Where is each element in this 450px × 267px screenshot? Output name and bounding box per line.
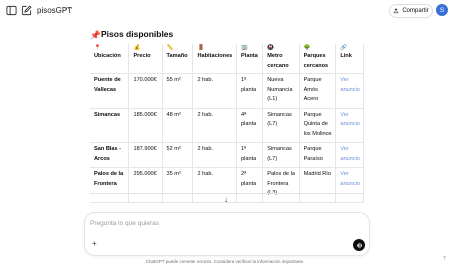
cell-precio: 187.900€ [128,142,163,168]
cell-ubicacion: Palos de la Frontera [90,167,130,203]
column-header: 📍 Ubicación [90,44,130,74]
column-header: 🚇 Metro cercano [262,44,300,74]
help-icon[interactable]: ? [443,256,446,262]
edit-icon[interactable] [21,5,32,16]
plus-icon[interactable]: + [92,240,97,248]
cell-planta: 1ª planta [236,73,264,109]
chat-composer: + [84,212,370,256]
table-row: Simancas 185.000€ 48 m² 2 hab. 4ª planta… [90,108,364,143]
cell-habitaciones: 2 hab. [192,108,238,143]
cell-parques: Parque Quinta de los Molinos [299,108,337,143]
table-header-row: 📍 Ubicación 💰 Precio 📏 Tamaño 🚪 Habitaciones… [90,44,364,74]
ellipsis-icon[interactable]: ··· [64,4,74,13]
cell-parques: Madrid Río [299,167,337,203]
cell-tamano: 48 m² [162,108,194,143]
column-header: 📏 Tamaño [162,44,194,74]
cell-precio: 170.000€ [128,73,163,109]
column-header: 🌳 Parques cercanos [299,44,337,74]
cell-planta: 4ª planta [236,108,264,143]
metro-icon: 🚇 [267,45,275,51]
cell-parques: Parque Paraíso [299,142,337,168]
cell-metro: Palos de la Frontera (L3) [262,167,300,203]
heading-text: Pisos disponibles [101,29,174,39]
share-label: Compartir [402,8,429,14]
listing-link[interactable]: Ver anuncio [335,73,364,109]
voice-waveform-icon [356,242,362,248]
building-icon: 🏢 [241,45,248,51]
door-icon: 🚪 [197,45,205,51]
table-row: Puente de Vallecas 170.000€ 55 m² 2 hab.… [90,73,364,109]
cell-precio: 295.000€ [128,167,163,203]
prompt-input[interactable] [90,218,350,228]
top-bar: pisosGPT ··· Compartir S [0,0,450,22]
cell-planta: 1ª planta [236,142,264,168]
apartments-table: 📍 Ubicación 💰 Precio 📏 Tamaño 🚪 Habitaciones… [90,44,364,203]
cell-planta: 2ª planta [236,167,264,203]
cell-ubicacion: Puente de Vallecas [90,73,130,109]
cell-habitaciones: 2 hab. [192,73,238,109]
column-header: 💰 Precio [128,44,163,74]
avatar[interactable]: S [436,4,448,16]
tree-icon: 🌳 [303,45,311,51]
cell-precio: 185.000€ [128,108,163,143]
listing-link[interactable]: Ver anuncio [335,167,364,203]
listing-link[interactable]: Ver anuncio [335,108,364,143]
page-title: 📌 Pisos disponibles [90,29,174,40]
column-header: 🔗 Link [335,44,364,74]
table-row: San Blas - Arcos 187.900€ 52 m² 2 hab. 1… [90,142,364,168]
pin-icon: 📍 [94,45,101,51]
cell-metro: Simancas (L7) [262,142,300,168]
share-button[interactable]: Compartir [389,4,433,18]
cell-tamano: 55 m² [162,73,194,109]
cell-metro: Nueva Numancia (L1) [262,73,300,109]
link-icon: 🔗 [340,45,348,51]
pushpin-icon: 📌 [90,30,101,40]
column-header: 🏢 Planta [236,44,264,74]
cell-parques: Parque Amós Acero [299,73,337,109]
share-icon [394,8,399,14]
cell-habitaciones: 2 hab. [192,142,238,168]
cell-ubicacion: Simancas [90,108,130,143]
column-header: 🚪 Habitaciones [192,44,238,74]
ruler-icon: 📏 [166,45,174,51]
listing-link[interactable]: Ver anuncio [335,142,364,168]
voice-button[interactable] [353,239,365,251]
disclaimer: ChatGPT puede cometer errores. Considera… [145,259,305,264]
cell-tamano: 52 m² [162,142,194,168]
cell-tamano: 35 m² [162,167,194,203]
sidebar-icon[interactable] [6,5,17,16]
cell-ubicacion: San Blas - Arcos [90,142,130,168]
money-bag-icon: 💰 [133,45,141,51]
cell-metro: Simancas (L7) [262,108,300,143]
arrow-down-icon[interactable]: ↓ [221,194,231,204]
